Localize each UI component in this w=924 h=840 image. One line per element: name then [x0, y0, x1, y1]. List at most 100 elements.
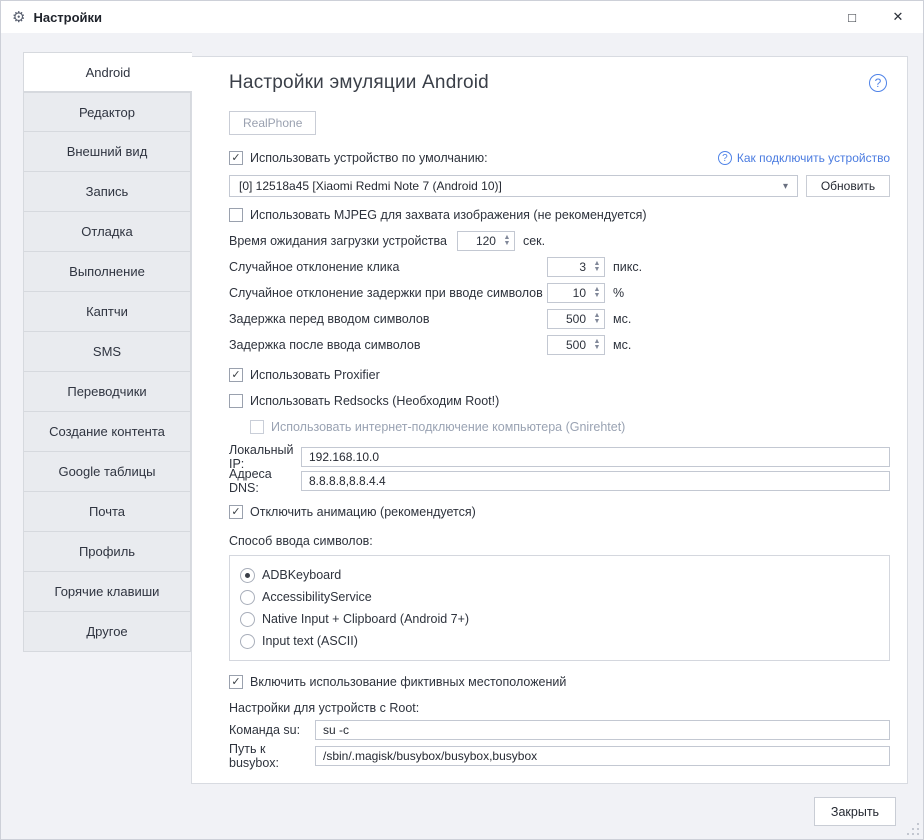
radio-row-accessibilityservice: AccessibilityService [240, 589, 879, 605]
su-command-label: Команда su: [229, 723, 315, 737]
radio-row-adbkeyboard: ADBKeyboard [240, 567, 879, 583]
chevron-down-icon: ▾ [783, 181, 788, 192]
row-delay-after-typing: Задержка после ввода символов 500 ▲ ▼ мс… [229, 335, 890, 355]
help-icon[interactable]: ? [869, 74, 887, 92]
tab-android[interactable]: Android [23, 52, 192, 92]
row-click-deviation: Случайное отклонение клика 3 ▲ ▼ пикс. [229, 257, 890, 277]
check-icon: ✓ [231, 507, 240, 518]
dialog-body: Android Редактор Внешний вид Запись Отла… [1, 33, 923, 839]
tab-debugging[interactable]: Отладка [23, 212, 191, 252]
tab-mail[interactable]: Почта [23, 492, 191, 532]
settings-window: ⚙ Настройки □ ✕ Android Редактор Внешний… [0, 0, 924, 840]
click-deviation-spinner[interactable]: 3 ▲ ▼ [547, 257, 605, 277]
delay-after-typing-unit: мс. [613, 338, 631, 352]
tab-captchas[interactable]: Каптчи [23, 292, 191, 332]
spin-down-icon[interactable]: ▼ [594, 345, 601, 351]
tab-appearance[interactable]: Внешний вид [23, 132, 191, 172]
tab-content-creation[interactable]: Создание контента [23, 412, 191, 452]
row-mjpeg: ✓ Использовать MJPEG для захвата изображ… [229, 207, 890, 223]
refresh-devices-button[interactable]: Обновить [806, 175, 890, 197]
radio-input-text[interactable] [240, 634, 255, 649]
spin-down-icon[interactable]: ▼ [504, 241, 511, 247]
spinner-arrows: ▲ ▼ [590, 310, 604, 328]
row-proxifier: ✓ Использовать Proxifier [229, 367, 890, 383]
checkbox-gnirehtet: ✓ [250, 420, 264, 434]
typing-delay-deviation-spinner[interactable]: 10 ▲ ▼ [547, 283, 605, 303]
dns-field[interactable] [301, 471, 890, 491]
radio-native-input[interactable] [240, 612, 255, 627]
checkbox-default-device[interactable]: ✓ [229, 151, 243, 165]
row-default-device: ✓ Использовать устройство по умолчанию: … [229, 150, 890, 166]
android-settings-panel: Настройки эмуляции Android ? RealPhone ✓… [191, 56, 908, 784]
checkbox-mjpeg[interactable]: ✓ [229, 208, 243, 222]
row-redsocks: ✓ Использовать Redsocks (Необходим Root!… [229, 393, 890, 409]
row-mock-locations: ✓ Включить использование фиктивных место… [229, 674, 890, 690]
close-dialog-button[interactable]: Закрыть [814, 797, 896, 826]
spinner-arrows: ▲ ▼ [590, 258, 604, 276]
row-dns: Адреса DNS: [229, 471, 890, 491]
spinner-arrows: ▲ ▼ [590, 284, 604, 302]
checkbox-redsocks[interactable]: ✓ [229, 394, 243, 408]
tab-hotkeys[interactable]: Горячие клавиши [23, 572, 191, 612]
row-gnirehtet: ✓ Использовать интернет-подключение комп… [250, 419, 890, 435]
click-deviation-unit: пикс. [613, 260, 642, 274]
gear-icon: ⚙ [12, 10, 25, 25]
boot-timeout-spinner[interactable]: 120 ▲ ▼ [457, 231, 515, 251]
radio-accessibilityservice[interactable] [240, 590, 255, 605]
check-icon: ✓ [231, 370, 240, 381]
typing-delay-deviation-unit: % [613, 286, 624, 300]
checkbox-default-device-label: Использовать устройство по умолчанию: [250, 151, 488, 165]
radio-adbkeyboard[interactable] [240, 568, 255, 583]
dns-label: Адреса DNS: [229, 467, 301, 495]
spinner-arrows: ▲ ▼ [500, 232, 514, 250]
checkbox-disable-animation[interactable]: ✓ [229, 505, 243, 519]
tab-google-sheets[interactable]: Google таблицы [23, 452, 191, 492]
row-boot-timeout: Время ожидания загрузки устройства 120 ▲… [229, 231, 890, 251]
close-window-button[interactable]: ✕ [875, 1, 921, 33]
checkbox-mock-locations-label: Включить использование фиктивных местопо… [250, 675, 566, 689]
titlebar: ⚙ Настройки □ ✕ [1, 1, 923, 33]
input-method-label: Способ ввода символов: [229, 534, 890, 548]
tab-sms[interactable]: SMS [23, 332, 191, 372]
maximize-button[interactable]: □ [829, 1, 875, 33]
row-su-command: Команда su: [229, 720, 890, 740]
connect-device-link[interactable]: ? Как подключить устройство [718, 151, 890, 165]
tab-other[interactable]: Другое [23, 612, 191, 652]
radio-adbkeyboard-label: ADBKeyboard [262, 568, 341, 582]
spinner-arrows: ▲ ▼ [590, 336, 604, 354]
delay-before-typing-unit: мс. [613, 312, 631, 326]
delay-after-typing-spinner[interactable]: 500 ▲ ▼ [547, 335, 605, 355]
delay-before-typing-value: 500 [548, 310, 590, 328]
resize-grip[interactable] [907, 823, 919, 835]
radio-native-input-label: Native Input + Clipboard (Android 7+) [262, 612, 469, 626]
tab-execution[interactable]: Выполнение [23, 252, 191, 292]
click-deviation-label: Случайное отклонение клика [229, 260, 547, 274]
busybox-path-field[interactable] [315, 746, 890, 766]
spin-down-icon[interactable]: ▼ [594, 293, 601, 299]
row-busybox-path: Путь к busybox: [229, 746, 890, 766]
checkbox-mock-locations[interactable]: ✓ [229, 675, 243, 689]
checkbox-gnirehtet-label: Использовать интернет-подключение компью… [271, 420, 625, 434]
local-ip-field[interactable] [301, 447, 890, 467]
busybox-path-label: Путь к busybox: [229, 742, 315, 770]
spin-down-icon[interactable]: ▼ [594, 319, 601, 325]
delay-after-typing-value: 500 [548, 336, 590, 354]
check-icon: ✓ [231, 153, 240, 164]
device-type-tab-realphone[interactable]: RealPhone [229, 111, 316, 135]
typing-delay-deviation-value: 10 [548, 284, 590, 302]
delay-before-typing-label: Задержка перед вводом символов [229, 312, 547, 326]
tab-recording[interactable]: Запись [23, 172, 191, 212]
tab-editor[interactable]: Редактор [23, 92, 191, 132]
settings-tab-list: Android Редактор Внешний вид Запись Отла… [23, 52, 191, 652]
input-method-group: ADBKeyboard AccessibilityService Native … [229, 555, 890, 661]
tab-translators[interactable]: Переводчики [23, 372, 191, 412]
tab-profile[interactable]: Профиль [23, 532, 191, 572]
checkbox-proxifier[interactable]: ✓ [229, 368, 243, 382]
delay-after-typing-label: Задержка после ввода символов [229, 338, 547, 352]
boot-timeout-value: 120 [458, 232, 500, 250]
device-select[interactable]: [0] 12518a45 [Xiaomi Redmi Note 7 (Andro… [229, 175, 798, 197]
spin-down-icon[interactable]: ▼ [594, 267, 601, 273]
row-device-select: [0] 12518a45 [Xiaomi Redmi Note 7 (Andro… [229, 175, 890, 197]
delay-before-typing-spinner[interactable]: 500 ▲ ▼ [547, 309, 605, 329]
su-command-field[interactable] [315, 720, 890, 740]
